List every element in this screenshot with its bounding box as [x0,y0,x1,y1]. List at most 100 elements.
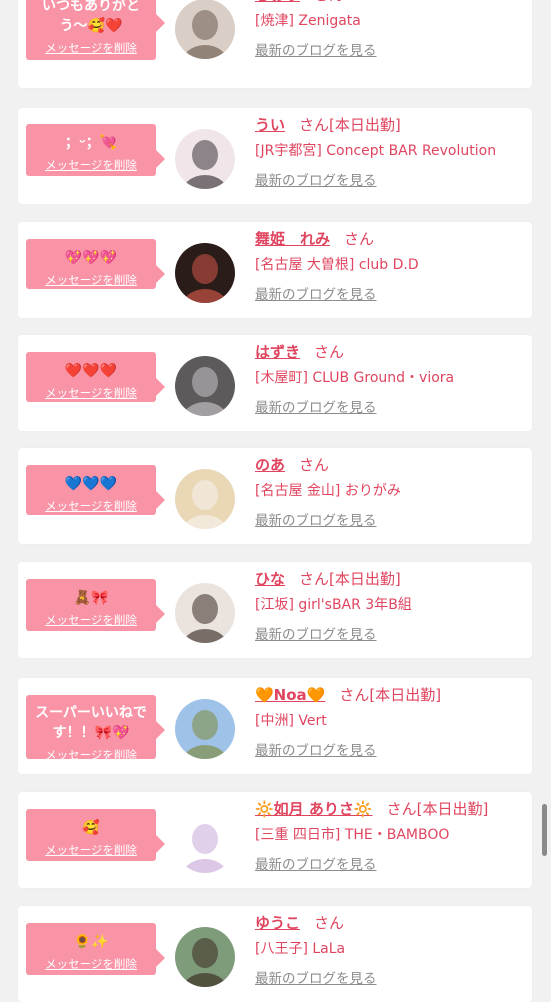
delete-message-link[interactable]: メッセージを削除 [26,956,156,972]
avatar[interactable] [175,927,235,987]
message-text: 🌻✨ [73,934,109,950]
honorific: さん [299,570,330,588]
latest-blog-link[interactable]: 最新のブログを見る [255,854,377,876]
profile-info: 🔆如月 ありさ🔆 さん[本日出勤] [三重 四日市] THE・BAMBOO 最新のブロ… [255,797,530,876]
avatar[interactable] [175,0,235,59]
work-status: [本日出勤] [329,116,401,134]
latest-blog-link[interactable]: 最新のブログを見る [255,397,377,419]
message-card: 💙💙💙 メッセージを削除 のあ さん [名古屋 金山] おりがみ 最新のブログを見る [18,448,532,544]
latest-blog-link[interactable]: 最新のブログを見る [255,284,377,306]
message-text: 🥰 [82,820,100,836]
avatar[interactable] [175,469,235,529]
message-bubble: 🥰 メッセージを削除 [26,809,165,861]
honorific: さん [344,230,375,248]
message-card: 🧸🎀 メッセージを削除 ひな さん[本日出勤] [江坂] girl'sBAR 3年B組最… [18,562,532,658]
name-line: 🧡Noa🧡 さん[本日出勤] [255,683,530,707]
profile-name-link[interactable]: はずき [255,343,300,361]
honorific: さん [299,116,330,134]
message-bubble: 🧸🎀 メッセージを削除 [26,579,165,631]
message-card: スーパーいいねです！！🎀💖 メッセージを削除 🧡Noa🧡 さん[本日出勤] [中洲] V… [18,678,532,774]
profile-name-link[interactable]: しおり [255,0,300,4]
message-card: 🥰 メッセージを削除 🔆如月 ありさ🔆 さん[本日出勤] [三重 四日市] THE・BA… [18,792,532,888]
honorific: さん [386,800,417,818]
message-text: 💖💖💖 [64,250,118,266]
profile-info: しおり さん [焼津] Zenigata 最新のブログを見る [255,0,530,62]
delete-message-link[interactable]: メッセージを削除 [26,612,156,628]
scrollbar[interactable] [542,804,547,856]
profile-info: うい さん[本日出勤] [JR宇都宮] Concept BAR Revolution… [255,113,530,192]
work-status: [本日出勤] [329,570,401,588]
message-text: いつもありがとう〜🥰❤️ [42,0,140,34]
delete-message-link[interactable]: メッセージを削除 [26,498,156,514]
shop-name: [焼津] Zenigata [255,13,361,29]
shop-name: [三重 四日市] THE・BAMBOO [255,827,450,843]
profile-name-link[interactable]: ひな [255,570,285,588]
name-line: はずき さん [255,340,530,364]
latest-blog-link[interactable]: 最新のブログを見る [255,510,377,532]
delete-message-link[interactable]: メッセージを削除 [26,157,156,173]
avatar[interactable] [175,813,235,873]
avatar[interactable] [175,129,235,189]
message-card: いつもありがとう〜🥰❤️ メッセージを削除 しおり さん [焼津] Zenigata 最新… [18,0,532,88]
message-bubble: 💖💖💖 メッセージを削除 [26,239,165,289]
message-bubble: ❤️❤️❤️ メッセージを削除 [26,352,165,402]
message-text: スーパーいいねです！！🎀💖 [35,705,147,741]
delete-message-link[interactable]: メッセージを削除 [26,747,156,763]
message-card: 💖💖💖 メッセージを削除 舞姫 れみ さん [名古屋 大曽根] club D.D 最新のブ… [18,222,532,318]
profile-name-link[interactable]: 🧡Noa🧡 [255,686,325,704]
profile-name-link[interactable]: うい [255,116,285,134]
honorific: さん [314,0,344,4]
delete-message-link[interactable]: メッセージを削除 [26,842,156,858]
honorific: さん [314,343,345,361]
message-bubble: 💙💙💙 メッセージを削除 [26,465,165,515]
profile-info: 🧡Noa🧡 さん[本日出勤] [中洲] Vert 最新のブログを見る [255,683,530,762]
profile-name-link[interactable]: 🔆如月 ありさ🔆 [255,800,373,818]
name-line: ゆうこ さん [255,911,530,935]
shop-name: [名古屋 大曽根] club D.D [255,257,419,273]
message-text: 💙💙💙 [64,476,118,492]
shop-name: [木屋町] CLUB Ground・viora [255,370,455,386]
name-line: ひな さん[本日出勤] [255,567,530,591]
profile-name-link[interactable]: 舞姫 れみ [255,230,330,248]
name-line: 🔆如月 ありさ🔆 さん[本日出勤] [255,797,530,821]
profile-info: ゆうこ さん [八王子] LaLa 最新のブログを見る [255,911,530,990]
shop-name: [江坂] girl'sBAR 3年B組 [255,597,412,613]
latest-blog-link[interactable]: 最新のブログを見る [255,740,377,762]
delete-message-link[interactable]: メッセージを削除 [26,385,156,401]
latest-blog-link[interactable]: 最新のブログを見る [255,40,377,62]
profile-info: はずき さん [木屋町] CLUB Ground・viora 最新のブログを見る [255,340,530,419]
name-line: しおり さん [255,0,530,7]
avatar[interactable] [175,699,235,759]
avatar[interactable] [175,243,235,303]
message-card: ❤️❤️❤️ メッセージを削除 はずき さん [木屋町] CLUB Ground・vio… [18,335,532,431]
message-text: ；ᵕ；💘 [64,135,118,151]
shop-name: [八王子] LaLa [255,941,346,957]
message-text: 🧸🎀 [73,590,109,606]
message-bubble: いつもありがとう〜🥰❤️ メッセージを削除 [26,0,165,60]
name-line: 舞姫 れみ さん [255,227,530,251]
profile-name-link[interactable]: のあ [255,456,285,474]
profile-info: のあ さん [名古屋 金山] おりがみ 最新のブログを見る [255,453,530,532]
latest-blog-link[interactable]: 最新のブログを見る [255,624,377,646]
message-bubble: スーパーいいねです！！🎀💖 メッセージを削除 [26,695,165,762]
avatar[interactable] [175,583,235,643]
message-text: ❤️❤️❤️ [64,363,118,379]
honorific: さん [314,914,345,932]
avatar[interactable] [175,356,235,416]
shop-name: [中洲] Vert [255,713,327,729]
profile-info: ひな さん[本日出勤] [江坂] girl'sBAR 3年B組最新のブログを見る [255,567,530,646]
work-status: [本日出勤] [369,686,442,704]
honorific: さん [299,456,330,474]
profile-name-link[interactable]: ゆうこ [255,914,300,932]
latest-blog-link[interactable]: 最新のブログを見る [255,968,377,990]
profile-info: 舞姫 れみ さん [名古屋 大曽根] club D.D 最新のブログを見る [255,227,530,306]
message-card: ；ᵕ；💘 メッセージを削除 うい さん[本日出勤] [JR宇都宮] Concept BA… [18,108,532,204]
message-card: 🌻✨ メッセージを削除 ゆうこ さん [八王子] LaLa 最新のブログを見る [18,906,532,1002]
delete-message-link[interactable]: メッセージを削除 [26,40,156,56]
delete-message-link[interactable]: メッセージを削除 [26,272,156,288]
latest-blog-link[interactable]: 最新のブログを見る [255,170,377,192]
name-line: うい さん[本日出勤] [255,113,530,137]
shop-name: [JR宇都宮] Concept BAR Revolution [255,143,497,159]
honorific: さん [339,686,370,704]
work-status: [本日出勤] [416,800,489,818]
